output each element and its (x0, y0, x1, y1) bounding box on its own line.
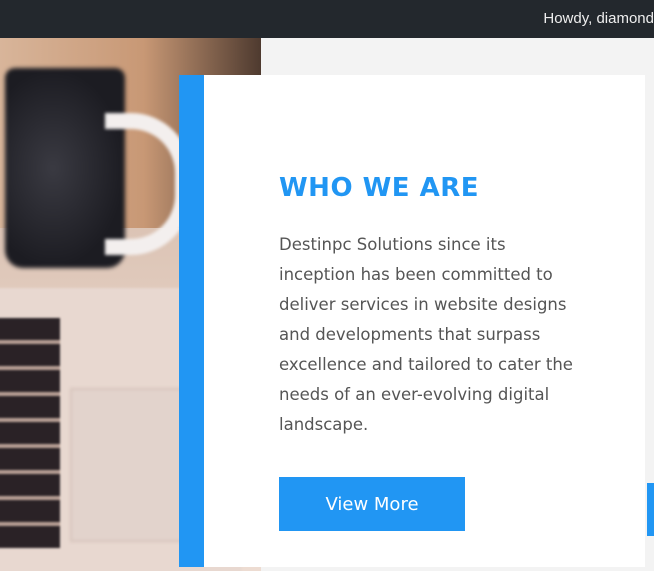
card-accent-bar (179, 75, 204, 567)
admin-bar: Howdy, diamond (0, 0, 654, 38)
offscreen-button-edge[interactable] (647, 483, 654, 536)
laptop-keyboard-image (0, 318, 60, 548)
admin-greeting[interactable]: Howdy, diamond (543, 0, 654, 38)
about-card: WHO WE ARE Destinpc Solutions since its … (179, 75, 645, 567)
view-more-button[interactable]: View More (279, 477, 465, 531)
section-description: Destinpc Solutions since its inception h… (279, 235, 573, 434)
section-title: WHO WE ARE (279, 173, 479, 203)
